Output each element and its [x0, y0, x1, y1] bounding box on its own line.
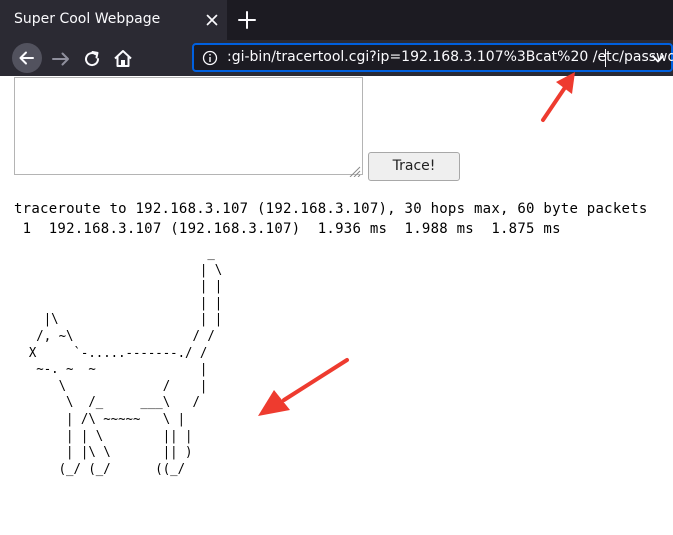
trace-button[interactable]: Trace! [368, 152, 460, 181]
forward-arrow-icon[interactable] [48, 46, 74, 72]
url-text[interactable]: :gi-bin/tracertool.cgi?ip=192.168.3.107%… [227, 49, 673, 65]
tab-title: Super Cool Webpage [14, 11, 161, 27]
reload-icon[interactable] [79, 46, 105, 72]
close-icon[interactable] [202, 10, 222, 30]
tab-strip: Super Cool Webpage [0, 0, 673, 40]
navigation-toolbar: :gi-bin/tracertool.cgi?ip=192.168.3.107%… [0, 40, 673, 76]
url-bar[interactable]: :gi-bin/tracertool.cgi?ip=192.168.3.107%… [192, 43, 673, 72]
text-cursor [605, 49, 606, 67]
back-arrow-icon[interactable] [12, 43, 42, 73]
ip-textarea[interactable] [14, 77, 363, 175]
home-icon[interactable] [110, 46, 136, 72]
traceroute-output: traceroute to 192.168.3.107 (192.168.3.1… [14, 201, 648, 237]
info-icon[interactable] [202, 50, 218, 66]
resize-grip-icon[interactable] [348, 162, 361, 178]
plus-icon[interactable] [236, 9, 258, 31]
ascii-cat-art: _ | \ | | | | |\ | | /, ~\ / / X `-.....… [28, 246, 223, 477]
browser-tab[interactable]: Super Cool Webpage [0, 0, 227, 40]
page-content: Trace! traceroute to 192.168.3.107 (192.… [0, 76, 673, 535]
chevron-down-icon[interactable] [650, 51, 666, 65]
